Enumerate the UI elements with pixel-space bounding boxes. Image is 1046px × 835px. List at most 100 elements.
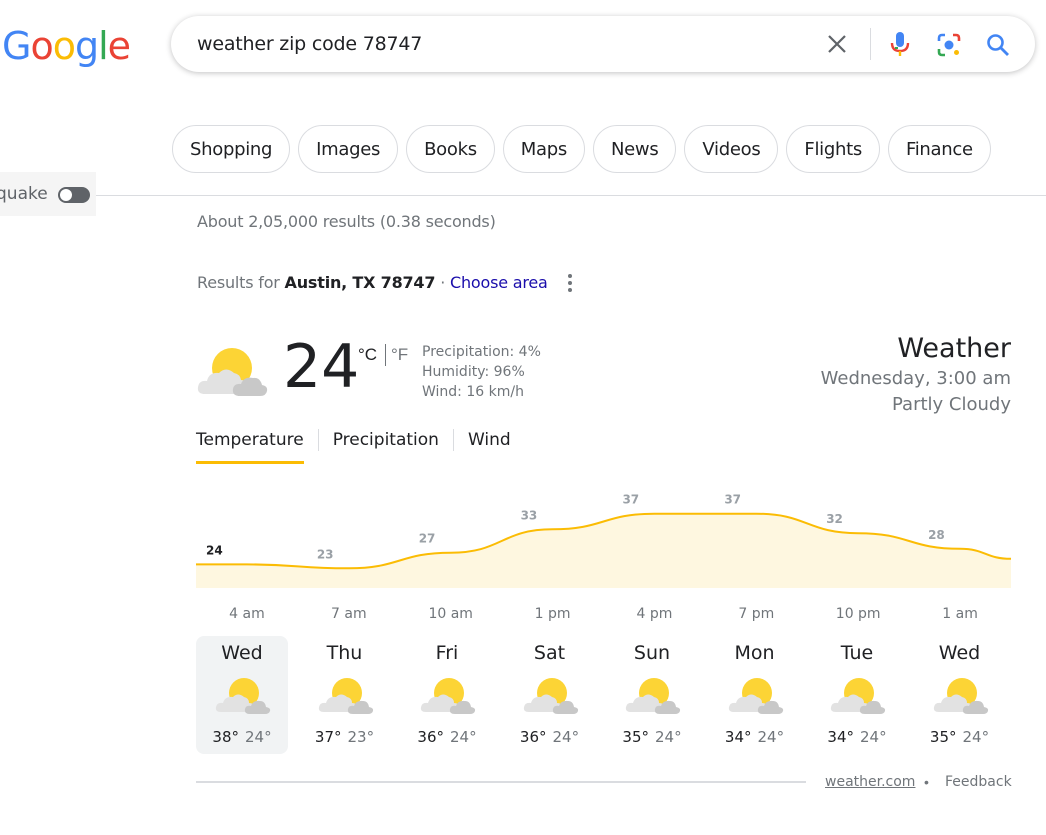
wind-text: Wind: 16 km/h (422, 384, 524, 400)
partly-cloudy-icon (522, 674, 580, 716)
side-toggle-panel: quake (0, 172, 96, 216)
chip-books[interactable]: Books (406, 125, 495, 173)
tab-precipitation[interactable]: Precipitation (333, 430, 439, 464)
chip-flights[interactable]: Flights (786, 125, 880, 173)
search-input[interactable]: weather zip code 78747 (197, 33, 422, 55)
close-icon[interactable] (826, 33, 848, 55)
google-logo[interactable]: Google (2, 24, 131, 68)
partly-cloudy-icon (829, 674, 887, 716)
unit-fahrenheit[interactable]: °F (391, 345, 408, 365)
chart-value-label: 37 (622, 493, 639, 507)
chart-value-label: 32 (826, 512, 843, 526)
daily-forecast: Wed 38° 24° Thu 37° 23° Fri 36° 24° Sat 36° 24° Sun 3… (196, 636, 1016, 754)
day-low: 24° (757, 728, 785, 746)
chart-x-label: 10 am (428, 606, 472, 622)
chip-finance[interactable]: Finance (887, 125, 991, 173)
chart-value-label: 37 (724, 493, 741, 507)
chip-videos[interactable]: Videos (684, 125, 779, 173)
day-name: Fri (435, 642, 459, 664)
precipitation-text: Precipitation: 4% (422, 344, 541, 360)
partly-cloudy-icon (624, 674, 682, 716)
day-name: Tue (840, 642, 874, 664)
microphone-icon[interactable] (888, 30, 912, 58)
partly-cloudy-icon (214, 674, 272, 716)
chart-x-label: 1 am (942, 606, 978, 622)
day-temperatures: 38° 24° (196, 728, 288, 746)
chip-maps[interactable]: Maps (502, 125, 585, 173)
toggle-knob (60, 189, 72, 201)
camera-lens-icon[interactable] (936, 32, 962, 58)
search-filter-chips: Shopping Images Books Maps News Videos Flights… (172, 125, 991, 173)
tab-separator (317, 429, 319, 451)
weather-time: Wednesday, 3:00 am (820, 368, 1011, 389)
current-temperature: 24 (283, 332, 360, 402)
day-high: 36° (417, 728, 444, 746)
more-options-icon[interactable] (563, 272, 577, 294)
chip-news[interactable]: News (592, 125, 677, 173)
day-temperatures: 34° 24° (709, 728, 801, 746)
search-icon[interactable] (985, 32, 1011, 58)
day-high: 36° (519, 728, 547, 746)
weather-source-link[interactable]: weather.com (825, 774, 915, 790)
humidity-text: Humidity: 96% (422, 364, 525, 380)
day-name: Thu (326, 642, 363, 664)
logo-letter: g (74, 24, 99, 68)
results-separator: · (435, 273, 450, 292)
choose-area-link[interactable]: Choose area (450, 273, 548, 292)
chart-x-label: 4 am (229, 606, 265, 622)
results-for-prefix: Results for (197, 273, 285, 292)
chart-x-label: 1 pm (535, 606, 571, 622)
day-temperatures: 34° 24° (811, 728, 903, 746)
tab-wind[interactable]: Wind (468, 430, 511, 464)
day-forecast[interactable]: Sat 36° 24° (504, 636, 596, 754)
chart-x-label: 7 pm (738, 606, 774, 622)
day-low: 24° (245, 728, 272, 746)
tab-separator (452, 429, 454, 451)
result-stats: About 2,05,000 results (0.38 seconds) (197, 212, 496, 231)
chip-images[interactable]: Images (298, 125, 399, 173)
day-forecast[interactable]: Wed 38° 24° (196, 636, 288, 754)
day-name: Sun (633, 642, 671, 664)
results-for-line: Results for Austin, TX 78747 · Choose ar… (197, 273, 548, 292)
day-high: 37° (314, 728, 342, 746)
temperature-chart: 24 4 am 23 7 am 27 10 am 33 1 pm 37 4 pm 37 7 pm 32 1… (196, 493, 1011, 622)
chart-value-label: 28 (928, 528, 945, 542)
day-forecast[interactable]: Thu 37° 23° (299, 636, 391, 754)
day-temperatures: 35° 24° (606, 728, 698, 746)
day-name: Wed (221, 642, 263, 664)
toggle-switch[interactable] (58, 187, 90, 203)
unit-separator (385, 344, 386, 366)
search-box[interactable]: weather zip code 78747 (171, 16, 1035, 72)
chip-shopping[interactable]: Shopping (172, 125, 291, 173)
day-temperatures: 37° 23° (299, 728, 391, 746)
day-high: 38° (212, 728, 239, 746)
footer-dot: • (924, 774, 929, 790)
partly-cloudy-icon (419, 674, 477, 716)
day-high: 35° (622, 728, 649, 746)
feedback-link[interactable]: Feedback (945, 774, 1012, 790)
day-forecast[interactable]: Wed 35° 24° (914, 636, 1006, 754)
footer-divider (196, 781, 806, 783)
search-divider (870, 28, 871, 60)
day-low: 24° (655, 728, 682, 746)
day-temperatures: 36° 24° (504, 728, 596, 746)
weather-title: Weather (897, 333, 1011, 364)
day-forecast[interactable]: Mon 34° 24° (709, 636, 801, 754)
logo-letter: l (98, 24, 109, 68)
day-name: Sat (533, 642, 566, 664)
chart-value-label: 24 (206, 543, 223, 557)
day-forecast[interactable]: Tue 34° 24° (811, 636, 903, 754)
results-location: Austin, TX 78747 (284, 273, 436, 292)
unit-celsius[interactable]: °C (358, 345, 377, 365)
day-high: 35° (929, 728, 957, 746)
tab-temperature[interactable]: Temperature (196, 430, 304, 464)
day-forecast[interactable]: Sun 35° 24° (606, 636, 698, 754)
day-low: 23° (347, 728, 375, 746)
day-low: 24° (962, 728, 990, 746)
day-name: Mon (734, 642, 775, 664)
weather-tabs: Temperature Precipitation Wind (196, 429, 511, 464)
partly-cloudy-icon (727, 674, 785, 716)
partly-cloudy-icon (317, 674, 375, 716)
day-forecast[interactable]: Fri 36° 24° (401, 636, 493, 754)
day-low: 24° (450, 728, 477, 746)
